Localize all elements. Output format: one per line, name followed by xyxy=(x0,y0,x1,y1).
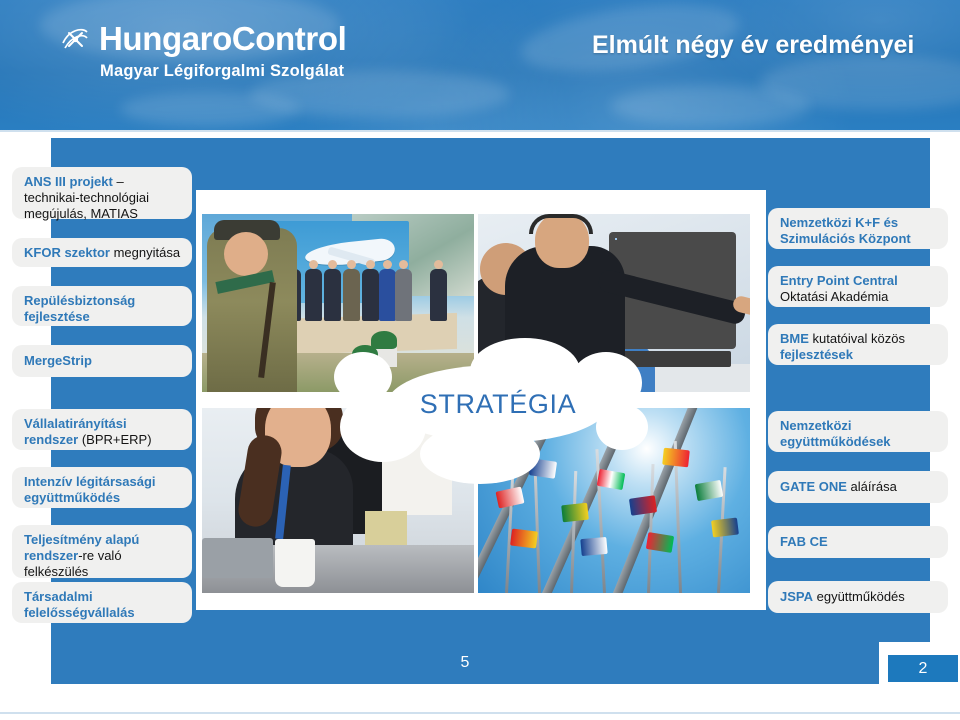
logo-subtitle: Magyar Légiforgalmi Szolgálat xyxy=(100,62,345,80)
card-text: Entry Point Central Oktatási Akadémia xyxy=(780,273,898,304)
card-vallalatiranyitasi[interactable]: Vállalatirányítási rendszer (BPR+ERP) xyxy=(12,409,192,450)
company-logo: HungaroControl Magyar Légiforgalmi Szolg… xyxy=(60,20,347,81)
connector-bar xyxy=(838,138,906,166)
logo-wordmark: HungaroControl xyxy=(99,20,347,57)
connector-bar xyxy=(838,508,906,517)
connector-bar xyxy=(56,331,124,340)
header-divider xyxy=(0,130,960,132)
card-mergestrip[interactable]: MergeStrip xyxy=(12,345,192,377)
card-entry-point-central[interactable]: Entry Point Central Oktatási Akadémia xyxy=(768,266,948,307)
cloud-decoration xyxy=(610,86,810,126)
connector-bar xyxy=(56,272,124,281)
card-text: Intenzív légitársasági együttműködés xyxy=(24,474,156,505)
connector-bar xyxy=(838,370,906,379)
card-gate-one[interactable]: GATE ONE aláírása xyxy=(768,471,948,503)
card-legitarsasagi[interactable]: Intenzív légitársasági együttműködés xyxy=(12,467,192,508)
card-text: FAB CE xyxy=(780,534,828,549)
card-nemzetkozi-egyuttmukodesek[interactable]: Nemzetközi együttműködések xyxy=(768,411,948,452)
slide-header: HungaroControl Magyar Légiforgalmi Szolg… xyxy=(0,0,960,132)
card-text: KFOR szektor megnyitása xyxy=(24,245,181,260)
card-text: GATE ONE aláírása xyxy=(780,479,897,494)
card-nemzetkozi-kf[interactable]: Nemzetközi K+F és Szimulációs Központ xyxy=(768,208,948,249)
card-fab-ce[interactable]: FAB CE xyxy=(768,526,948,558)
card-text: Nemzetközi K+F és Szimulációs Központ xyxy=(780,215,911,246)
card-text: Teljesítmény alapú rendszer-re való felk… xyxy=(24,532,140,579)
card-text: ANS III projekt – technikai-technológiai… xyxy=(24,174,150,221)
connector-bar xyxy=(838,254,906,263)
connector-bar xyxy=(838,457,906,466)
cloud-decoration xyxy=(120,92,300,126)
card-tarsadalmi[interactable]: Társadalmi felelősségvállalás xyxy=(12,582,192,623)
slide-number: 5 xyxy=(460,654,470,671)
hungarocontrol-swirl-logo-icon xyxy=(60,24,90,54)
connector-bar xyxy=(56,513,124,522)
page-title: Elmúlt négy év eredményei xyxy=(592,31,915,59)
connector-bar xyxy=(838,563,906,572)
card-ans-iii[interactable]: ANS III projekt – technikai-technológiai… xyxy=(12,167,192,221)
card-text: JSPA együttműködés xyxy=(780,589,905,604)
connector-bar xyxy=(56,455,124,464)
connector-bar xyxy=(56,382,124,391)
card-text: Nemzetközi együttműködések xyxy=(780,418,891,449)
connector-bar xyxy=(838,312,906,321)
card-bme[interactable]: BME kutatóival közös fejlesztések xyxy=(768,324,948,365)
strategy-bubble: STRATÉGIA xyxy=(393,371,603,437)
card-text: Vállalatirányítási rendszer (BPR+ERP) xyxy=(24,416,152,447)
card-repulesbiztonsag[interactable]: Repülésbiztonság fejlesztése xyxy=(12,286,192,326)
connector-bar xyxy=(56,224,124,233)
card-teljesitmeny[interactable]: Teljesítmény alapú rendszer-re való felk… xyxy=(12,525,192,579)
slide: HungaroControl Magyar Légiforgalmi Szolg… xyxy=(0,0,960,720)
card-text: BME kutatóival közös fejlesztések xyxy=(780,331,905,362)
footer-divider xyxy=(0,712,960,714)
card-kfor[interactable]: KFOR szektor megnyitása xyxy=(12,238,192,267)
connector-bar xyxy=(56,138,124,166)
card-text: Társadalmi felelősségvállalás xyxy=(24,589,135,620)
page-badge: 2 xyxy=(886,653,960,684)
strategy-label: STRATÉGIA xyxy=(419,388,577,419)
card-text: MergeStrip xyxy=(24,353,92,368)
card-text: Repülésbiztonság fejlesztése xyxy=(24,293,136,324)
card-jspa[interactable]: JSPA együttműködés xyxy=(768,581,948,613)
